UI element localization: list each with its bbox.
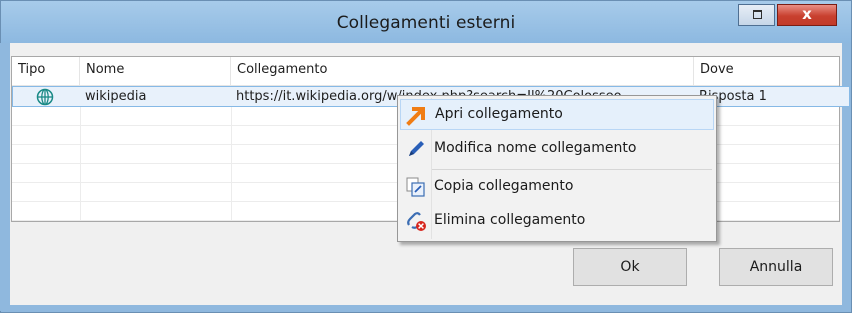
row-nome-cell: wikipedia bbox=[85, 89, 147, 104]
column-header-collegamento[interactable]: Collegamento bbox=[231, 57, 694, 85]
close-icon: x bbox=[802, 5, 812, 23]
globe-icon bbox=[36, 88, 54, 106]
context-menu: Apri collegamento Modifica nome collegam… bbox=[397, 95, 717, 242]
window-title: Collegamenti esterni bbox=[336, 13, 516, 33]
menu-item-delete-link[interactable]: Elimina collegamento bbox=[400, 206, 714, 237]
column-header-dove[interactable]: Dove bbox=[694, 57, 839, 85]
column-header-nome[interactable]: Nome bbox=[80, 57, 231, 85]
title-bar[interactable]: Collegamenti esterni x bbox=[1, 1, 851, 44]
menu-item-label: Apri collegamento bbox=[435, 106, 563, 122]
window-border-right bbox=[842, 43, 850, 311]
delete-link-icon bbox=[407, 212, 426, 231]
copy-icon bbox=[406, 177, 425, 197]
menu-item-rename-link[interactable]: Modifica nome collegamento bbox=[400, 134, 714, 165]
menu-item-label: Elimina collegamento bbox=[434, 212, 586, 228]
menu-item-label: Modifica nome collegamento bbox=[434, 140, 637, 156]
open-arrow-icon bbox=[406, 107, 425, 126]
column-header-tipo[interactable]: Tipo bbox=[12, 57, 80, 85]
window-border-bottom bbox=[0, 305, 850, 311]
close-button[interactable]: x bbox=[777, 4, 837, 26]
restore-button[interactable] bbox=[738, 4, 775, 26]
menu-item-label: Copia collegamento bbox=[434, 178, 574, 194]
table-header: Tipo Nome Collegamento Dove bbox=[12, 57, 839, 86]
cancel-button[interactable]: Annulla bbox=[719, 248, 833, 286]
ok-button[interactable]: Ok bbox=[573, 248, 687, 286]
menu-separator bbox=[432, 169, 712, 170]
menu-item-copy-link[interactable]: Copia collegamento bbox=[400, 172, 714, 203]
pencil-icon bbox=[409, 141, 424, 156]
menu-item-open-link[interactable]: Apri collegamento bbox=[400, 99, 714, 130]
restore-icon bbox=[753, 10, 762, 19]
window-border-left bbox=[0, 43, 10, 311]
row-type-cell bbox=[12, 86, 80, 107]
